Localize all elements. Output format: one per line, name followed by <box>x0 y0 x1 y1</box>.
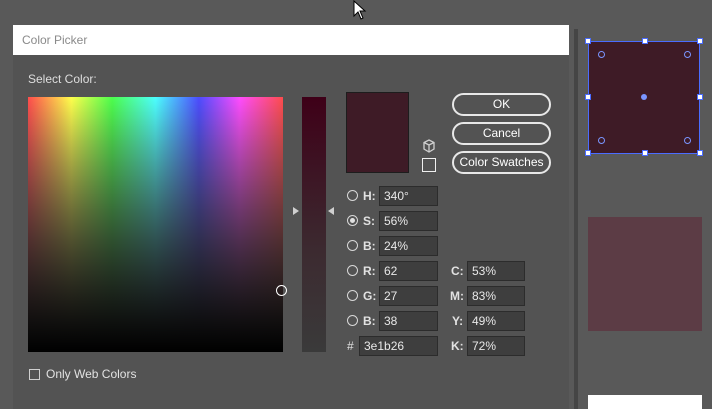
radio-green[interactable] <box>347 290 358 301</box>
hue-field[interactable]: 340° <box>379 186 438 206</box>
current-color-swatch <box>346 92 409 173</box>
resize-handle[interactable] <box>585 94 591 100</box>
cube-icon[interactable] <box>422 139 436 153</box>
radio-saturation[interactable] <box>347 215 358 226</box>
yellow-label: Y: <box>452 314 464 328</box>
hex-field[interactable]: 3e1b26 <box>359 336 438 356</box>
ok-button[interactable]: OK <box>452 93 551 116</box>
only-web-colors-label: Only Web Colors <box>46 367 137 381</box>
radio-blue[interactable] <box>347 315 358 326</box>
slider-arrow-left[interactable] <box>293 207 299 215</box>
select-color-label: Select Color: <box>28 72 97 86</box>
green-field[interactable]: 27 <box>379 286 438 306</box>
hue-label: H: <box>363 189 376 203</box>
resize-handle[interactable] <box>585 38 591 44</box>
radio-brightness[interactable] <box>347 240 358 251</box>
brightness-field[interactable]: 24% <box>379 236 438 256</box>
magenta-field[interactable]: 83% <box>467 286 525 306</box>
resize-handle[interactable] <box>697 94 703 100</box>
blue-label: B: <box>363 314 376 328</box>
saturation-field[interactable]: 56% <box>379 211 438 231</box>
black-field[interactable]: 72% <box>467 336 525 356</box>
brightness-label: B: <box>363 239 376 253</box>
center-point <box>641 94 647 100</box>
color-swatches-button[interactable]: Color Swatches <box>452 151 551 174</box>
saturation-label: S: <box>363 214 375 228</box>
web-safe-swatch[interactable] <box>422 158 436 172</box>
yellow-field[interactable]: 49% <box>467 311 525 331</box>
black-label: K: <box>451 339 464 353</box>
dialog-titlebar[interactable]: Color Picker <box>13 25 569 55</box>
artwork-shape[interactable] <box>588 395 702 409</box>
resize-handle[interactable] <box>697 38 703 44</box>
magenta-label: M: <box>450 289 464 303</box>
corner-radius-widget[interactable] <box>684 51 691 58</box>
mouse-pointer-icon <box>353 0 367 20</box>
resize-handle[interactable] <box>642 38 648 44</box>
color-field[interactable] <box>28 97 287 352</box>
cyan-label: C: <box>451 264 464 278</box>
hex-label: # <box>347 339 354 353</box>
resize-handle[interactable] <box>642 150 648 156</box>
corner-radius-widget[interactable] <box>598 51 605 58</box>
color-field-cursor[interactable] <box>276 285 287 296</box>
corner-radius-widget[interactable] <box>684 137 691 144</box>
panel-divider <box>574 29 578 409</box>
slider-arrow-right[interactable] <box>328 207 334 215</box>
cyan-field[interactable]: 53% <box>467 261 525 281</box>
resize-handle[interactable] <box>585 150 591 156</box>
resize-handle[interactable] <box>697 150 703 156</box>
selected-rectangle[interactable] <box>585 38 703 156</box>
color-picker-dialog: Color Picker Select Color: OK Cancel Col… <box>13 25 569 409</box>
color-slider[interactable] <box>302 97 326 352</box>
red-field[interactable]: 62 <box>379 261 438 281</box>
dialog-title: Color Picker <box>22 33 88 47</box>
blue-field[interactable]: 38 <box>379 311 438 331</box>
green-label: G: <box>363 289 377 303</box>
only-web-colors-checkbox[interactable] <box>29 369 40 380</box>
radio-red[interactable] <box>347 265 358 276</box>
red-label: R: <box>363 264 376 278</box>
artwork-rectangle[interactable] <box>588 217 702 331</box>
radio-hue[interactable] <box>347 190 358 201</box>
corner-radius-widget[interactable] <box>598 137 605 144</box>
cancel-button[interactable]: Cancel <box>452 122 551 145</box>
